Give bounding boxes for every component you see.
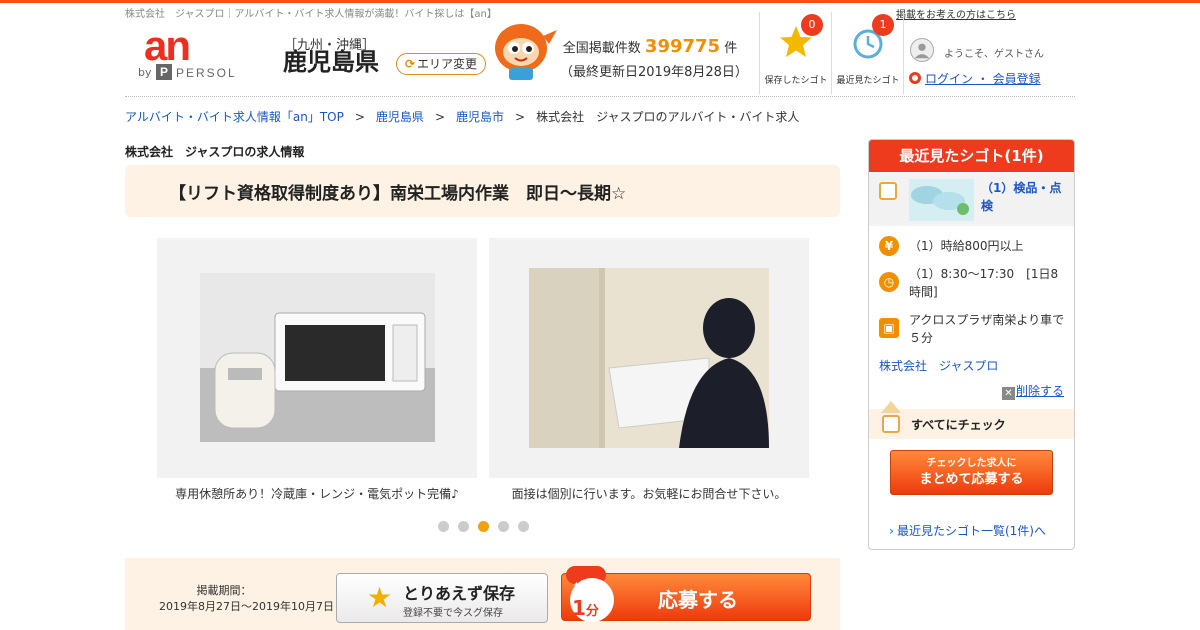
breadcrumb-prefecture[interactable]: 鹿児島県 xyxy=(376,110,424,124)
last-updated: （最終更新日2019年8月28日） xyxy=(560,65,748,80)
breadcrumb-top[interactable]: アルバイト・バイト求人情報「an」TOP xyxy=(125,110,344,124)
job-thumbnail xyxy=(909,179,974,221)
bulk-apply-button[interactable]: チェックした求人に まとめて応募する xyxy=(890,450,1053,495)
clock-icon: ◷ xyxy=(879,272,899,292)
star-icon: ★ xyxy=(367,581,393,614)
login-marker-icon xyxy=(909,72,921,84)
listing-prefix: 全国掲載件数 xyxy=(562,41,641,56)
company-heading: 株式会社 ジャスプロの求人情報 xyxy=(125,145,305,159)
period-value: 2019年8月27日～2019年10月7日 xyxy=(159,600,334,613)
arrow-up-icon xyxy=(881,401,901,413)
listing-count: 399775 xyxy=(644,36,721,57)
wage-text: （1）時給800円以上 xyxy=(909,239,1024,253)
user-avatar-icon xyxy=(910,38,934,62)
photo-caption: 面接は個別に行います。お気軽にお問合せ下さい。 xyxy=(511,487,787,501)
check-all-bar: すべてにチェック xyxy=(869,401,1074,439)
advertiser-link[interactable]: 掲載をお考えの方はこちら xyxy=(896,6,1016,21)
check-all-checkbox[interactable] xyxy=(882,415,900,433)
photo-caption: 専用休憩所あり！冷蔵庫・レンジ・電気ポット完備♪ xyxy=(175,487,459,501)
an-logo[interactable]: an by P PERSOL xyxy=(134,22,259,84)
carousel-dot[interactable] xyxy=(518,521,529,532)
bulk-apply-line2: まとめて応募する xyxy=(919,472,1024,487)
recent-jobs-label: 最近見たシゴト xyxy=(836,76,900,86)
photo-card-breakroom[interactable] xyxy=(157,238,477,478)
recent-job-checkbox[interactable] xyxy=(879,182,897,200)
quick-badge-number: 1 xyxy=(572,596,586,620)
quick-badge-time: 1分 xyxy=(572,596,599,620)
chevron-right-icon: › xyxy=(889,524,894,538)
page-description: 株式会社 ジャスプロ｜アルバイト・バイト求人情報が満載！バイト探しは【an】 xyxy=(125,9,497,20)
login-label: ログイン ・ 会員登録 xyxy=(925,72,1041,86)
recent-jobs-button[interactable]: 1 最近見たシゴト xyxy=(832,12,904,94)
apply-bar: 掲載期間： 2019年8月27日～2019年10月7日 ★ とりあえず保存 登録… xyxy=(125,558,840,630)
access-text: アクロスプラザ南栄より車で５分 xyxy=(909,313,1065,345)
listing-unit: 件 xyxy=(724,41,738,56)
breadcrumb-separator: > xyxy=(354,110,365,124)
login-register-link[interactable]: ログイン ・ 会員登録 xyxy=(909,70,1041,87)
close-icon: ✕ xyxy=(1002,387,1015,400)
hours-text: （1）8:30～17:30 [1日8時間] xyxy=(909,267,1059,299)
recent-job-company[interactable]: 株式会社 ジャスプロ xyxy=(879,357,998,374)
header-separator xyxy=(125,96,1075,97)
area-change-label: エリア変更 xyxy=(417,57,478,71)
area-change-button[interactable]: ⟳ エリア変更 xyxy=(396,53,486,75)
quick-badge-label: 簡単 xyxy=(574,582,599,596)
breadcrumb-separator: > xyxy=(434,110,445,124)
logo-brand: PERSOL xyxy=(176,66,237,80)
header-divider xyxy=(903,12,904,94)
save-for-later-button[interactable]: ★ とりあえず保存 登録不要で今スグ保存 xyxy=(336,573,548,623)
mascot-icon xyxy=(495,24,557,80)
breadcrumb-separator: > xyxy=(515,110,526,124)
recent-jobs-title: 最近見たシゴト(1件) xyxy=(869,140,1074,172)
saved-jobs-label: 保存したシゴト xyxy=(764,76,828,86)
delete-label: 削除する xyxy=(1016,384,1065,398)
recent-job-item[interactable]: （1）検品・点検 xyxy=(869,173,1074,226)
wage-row: ¥ （1）時給800円以上 xyxy=(869,235,1074,257)
job-title: 【リフト資格取得制度あり】南栄工場内作業 即日～長期☆ xyxy=(169,184,627,204)
quick-badge-unit: 分 xyxy=(585,604,599,619)
breadcrumb: アルバイト・バイト求人情報「an」TOP > 鹿児島県 > 鹿児島市 > 株式会社 ジャスプ… xyxy=(125,108,799,125)
save-main-label: とりあえず保存 xyxy=(403,584,516,603)
delete-link[interactable]: ✕ 削除する xyxy=(1002,382,1064,400)
bulk-apply-line1: チェックした求人に xyxy=(926,458,1017,469)
logo-mark: an xyxy=(144,22,191,69)
saved-count-badge: 0 xyxy=(801,14,823,36)
recent-jobs-list-label: 最近見たシゴト一覧(1件)へ xyxy=(896,524,1046,538)
yen-icon: ¥ xyxy=(879,236,899,256)
apply-label: 応募する xyxy=(658,588,738,612)
carousel-dot[interactable] xyxy=(438,521,449,532)
interview-photo xyxy=(529,268,769,448)
carousel-dot[interactable] xyxy=(498,521,509,532)
recent-jobs-list-link[interactable]: › 最近見たシゴト一覧(1件)へ xyxy=(889,522,1046,539)
breadcrumb-city[interactable]: 鹿児島市 xyxy=(456,110,504,124)
apply-button[interactable]: 簡単 1分 応募する xyxy=(561,566,811,622)
hours-row: ◷ （1）8:30～17:30 [1日8時間] xyxy=(869,264,1074,304)
access-row: ▣ アクロスプラザ南栄より車で５分 xyxy=(869,310,1074,350)
train-icon: ▣ xyxy=(879,318,899,338)
persol-p-icon: P xyxy=(156,64,172,80)
prefecture-label: 鹿児島県 xyxy=(283,48,379,76)
top-accent-bar xyxy=(0,0,1200,3)
saved-jobs-button[interactable]: 0 保存したシゴト xyxy=(760,12,832,94)
photo-card-interview[interactable] xyxy=(489,238,809,478)
breadcrumb-current: 株式会社 ジャスプロのアルバイト・バイト求人 xyxy=(536,110,800,124)
carousel-dot[interactable] xyxy=(458,521,469,532)
listing-count-area: 全国掲載件数 399775 件 （最終更新日2019年8月28日） xyxy=(560,36,748,80)
welcome-text: ようこそ、ゲストさん xyxy=(944,49,1044,60)
save-sub-label: 登録不要で今スグ保存 xyxy=(403,608,503,619)
refresh-icon: ⟳ xyxy=(404,57,416,71)
recent-count-badge: 1 xyxy=(872,14,894,36)
check-all-label: すべてにチェック xyxy=(911,418,1006,432)
carousel-dots xyxy=(438,521,538,533)
recent-job-title[interactable]: （1）検品・点検 xyxy=(981,179,1071,215)
carousel-dot-active[interactable] xyxy=(478,521,489,532)
logo-by: by xyxy=(138,66,152,79)
recent-jobs-panel: 最近見たシゴト(1件) （1）検品・点検 ¥ （1）時給800円以上 ◷ （1）… xyxy=(868,139,1075,550)
job-title-box: 【リフト資格取得制度あり】南栄工場内作業 即日～長期☆ xyxy=(125,165,840,217)
breakroom-photo xyxy=(200,273,435,442)
period-label: 掲載期間： xyxy=(196,584,252,597)
